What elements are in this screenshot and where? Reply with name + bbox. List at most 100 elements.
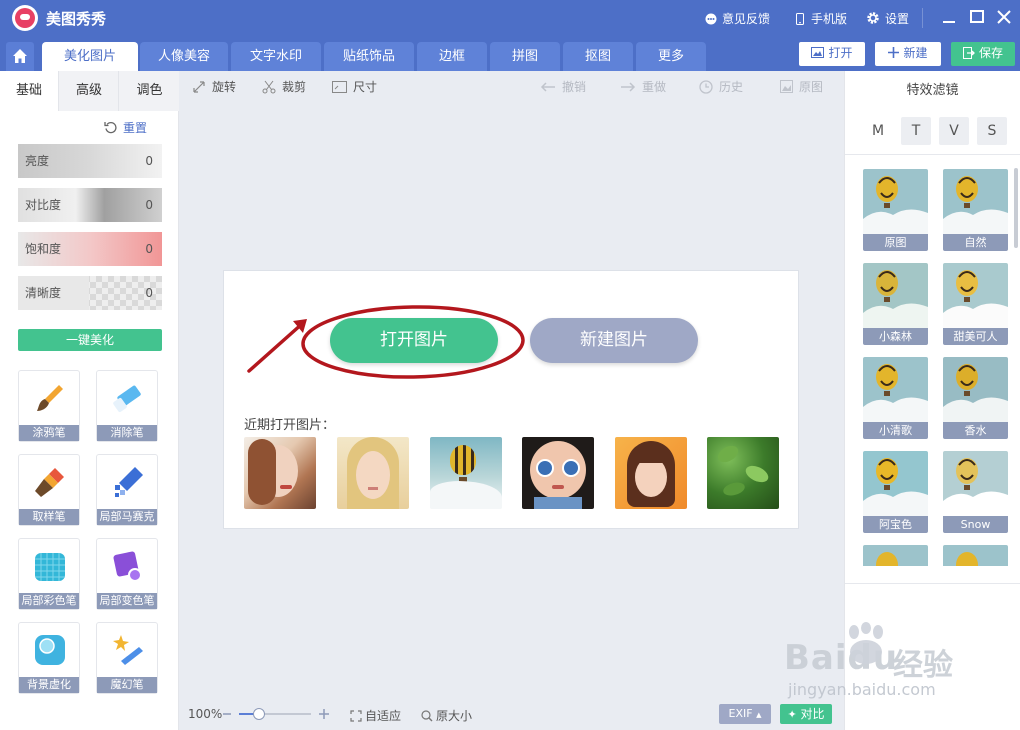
filters-title: 特效滤镜	[906, 83, 959, 98]
save-button[interactable]: 保存	[951, 42, 1015, 66]
baidu-watermark-url: jingyan.baidu.com	[788, 680, 936, 699]
minimize-icon[interactable]	[938, 6, 960, 28]
feedback-link[interactable]: 意见反馈	[705, 10, 770, 27]
filter-partial[interactable]	[943, 545, 1008, 566]
filter-category-m[interactable]: M	[863, 117, 893, 145]
brightness-label: 亮度	[25, 154, 50, 168]
local-color-pen-tool[interactable]: 局部彩色笔	[18, 538, 80, 610]
redo-button[interactable]: 重做	[620, 78, 666, 95]
tab-more[interactable]: 更多	[636, 42, 706, 71]
sharpness-label: 清晰度	[18, 276, 89, 310]
recent-image-thumb[interactable]	[430, 437, 502, 509]
mosaic-pen-label: 局部马赛克	[97, 509, 157, 525]
open-image-button[interactable]: 打开图片	[330, 318, 498, 363]
magic-pen-tool[interactable]: 魔幻笔	[96, 622, 158, 694]
sample-pen-label: 取样笔	[19, 509, 79, 525]
original-size-button[interactable]: 原大小	[421, 707, 472, 724]
filter-original[interactable]: 原图	[863, 169, 928, 251]
filter-scrollbar[interactable]	[1014, 168, 1018, 248]
eraser-pen-tool[interactable]: 消除笔	[96, 370, 158, 442]
filter-snow[interactable]: Snow	[943, 451, 1008, 533]
tab-advanced[interactable]: 高级	[60, 71, 119, 111]
undo-button[interactable]: 撤销	[540, 78, 586, 95]
filter-perfume[interactable]: 香水	[943, 357, 1008, 439]
home-tab[interactable]	[6, 42, 34, 71]
reset-icon	[104, 122, 117, 134]
open-button[interactable]: 打开	[799, 42, 865, 66]
open-button-label: 打开	[828, 46, 853, 60]
doodle-pen-tool[interactable]: 涂鸦笔	[18, 370, 80, 442]
tab-stickers[interactable]: 贴纸饰品	[324, 42, 414, 71]
save-button-label: 保存	[978, 46, 1003, 60]
filter-original-label: 原图	[863, 234, 928, 251]
filter-bottom-divider	[845, 583, 1020, 584]
recent-image-thumb[interactable]	[522, 437, 594, 509]
balloon-thumbnail-icon	[863, 545, 928, 566]
sharpness-value: 0	[145, 286, 153, 300]
exif-button[interactable]: EXIF ▲	[719, 704, 771, 724]
recent-image-thumb[interactable]	[615, 437, 687, 509]
mobile-link[interactable]: 手机版	[794, 10, 847, 27]
tab-color[interactable]: 调色	[120, 71, 179, 111]
maximize-icon[interactable]	[966, 6, 988, 28]
crop-button[interactable]: 裁剪	[262, 78, 306, 95]
filter-category-s[interactable]: S	[977, 117, 1007, 145]
size-button[interactable]: 尺寸	[332, 78, 377, 95]
background-blur-tool[interactable]: 背景虚化	[18, 622, 80, 694]
reset-link[interactable]: 重置	[104, 119, 147, 136]
filter-partial[interactable]	[863, 545, 928, 566]
local-recolor-pen-tool[interactable]: 局部变色笔	[96, 538, 158, 610]
balloon-thumbnail-icon	[863, 263, 928, 328]
app-logo-icon	[12, 5, 38, 31]
undo-arrow-icon	[540, 82, 555, 92]
close-icon[interactable]	[993, 6, 1015, 28]
settings-link[interactable]: 设置	[866, 10, 909, 27]
recent-images-label: 近期打开图片：	[244, 418, 336, 433]
tab-basic[interactable]: 基础	[0, 71, 59, 111]
redo-label: 重做	[642, 80, 667, 94]
filter-abao[interactable]: 阿宝色	[863, 451, 928, 533]
filter-little-forest[interactable]: 小森林	[863, 263, 928, 345]
new-button[interactable]: 新建	[875, 42, 941, 66]
filter-natural[interactable]: 自然	[943, 169, 1008, 251]
original-size-label: 原大小	[436, 709, 473, 723]
tab-border[interactable]: 边框	[417, 42, 487, 71]
contrast-value: 0	[145, 198, 153, 212]
original-button[interactable]: 原图	[780, 78, 823, 95]
recent-image-thumb[interactable]	[244, 437, 316, 509]
filter-snow-label: Snow	[943, 516, 1008, 533]
resize-icon	[332, 81, 347, 93]
filter-category-v[interactable]: V	[939, 117, 969, 145]
rotate-button[interactable]: 旋转	[192, 78, 236, 95]
contrast-label: 对比度	[25, 198, 62, 212]
mosaic-pen-tool[interactable]: 局部马赛克	[96, 454, 158, 526]
one-click-beautify-button[interactable]: 一键美化	[18, 329, 162, 351]
filter-category-t[interactable]: T	[901, 117, 931, 145]
tab-collage[interactable]: 拼图	[490, 42, 560, 71]
balloon-thumbnail-icon	[943, 545, 1008, 566]
filter-xiaoqingge[interactable]: 小清歌	[863, 357, 928, 439]
tab-portrait[interactable]: 人像美容	[140, 42, 228, 71]
history-button[interactable]: 历史	[699, 78, 743, 95]
filter-little-forest-label: 小森林	[863, 328, 928, 345]
app-window: 美图秀秀 意见反馈 手机版 设置 美化图片 人像美容 文字水印 贴纸饰品 边框 …	[0, 0, 1020, 730]
recent-image-thumb[interactable]	[337, 437, 409, 509]
saturation-label: 饱和度	[25, 242, 62, 256]
mobile-label: 手机版	[811, 12, 848, 26]
blur-icon	[35, 635, 65, 665]
zoom-slider[interactable]	[223, 707, 333, 721]
new-image-button[interactable]: 新建图片	[530, 318, 698, 363]
tab-text-watermark[interactable]: 文字水印	[231, 42, 321, 71]
sample-pen-tool[interactable]: 取样笔	[18, 454, 80, 526]
filter-sweet[interactable]: 甜美可人	[943, 263, 1008, 345]
tab-beautify[interactable]: 美化图片	[42, 42, 138, 71]
fit-button[interactable]: 自适应	[350, 707, 401, 724]
zoom-level: 100%	[188, 707, 223, 721]
tab-cutout[interactable]: 抠图	[563, 42, 633, 71]
rotate-icon	[193, 81, 205, 93]
compare-button[interactable]: ✦ 对比	[780, 704, 832, 724]
fit-icon	[350, 710, 362, 722]
sample-brush-icon	[35, 468, 64, 497]
filter-sweet-label: 甜美可人	[943, 328, 1008, 345]
recent-image-thumb[interactable]	[707, 437, 779, 509]
